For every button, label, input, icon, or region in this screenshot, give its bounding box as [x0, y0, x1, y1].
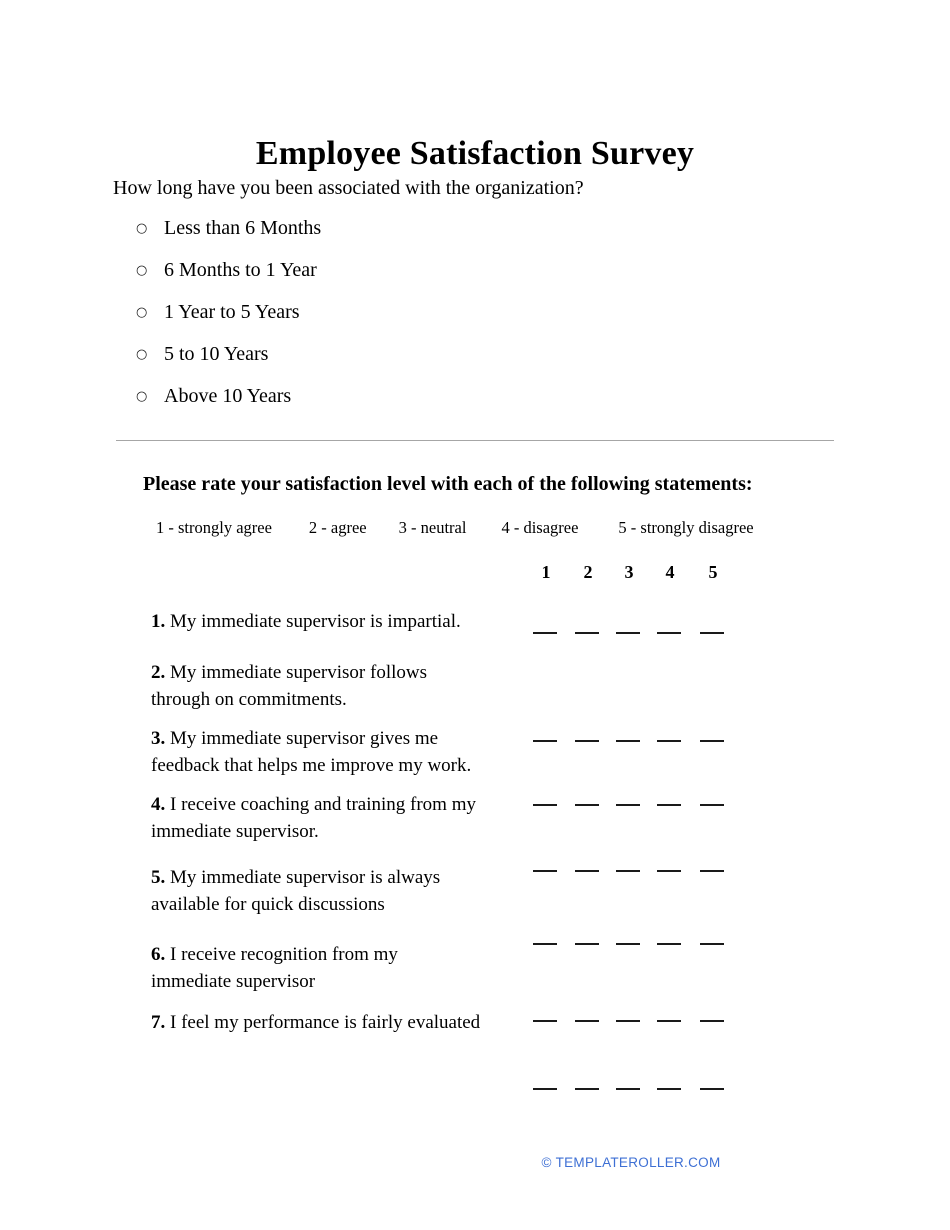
rating-section-heading: Please rate your satisfaction level with… — [143, 473, 753, 495]
rating-blank-5[interactable] — [700, 1020, 724, 1022]
rating-blank-2[interactable] — [575, 632, 599, 634]
statement-body: My immediate supervisor is always availa… — [151, 867, 441, 915]
rating-column-header-4: 4 — [665, 562, 675, 582]
watermark-site-text: TEMPLATEROLLER.COM — [555, 1155, 721, 1170]
rating-blank-5[interactable] — [700, 804, 724, 806]
rating-blank-1[interactable] — [533, 943, 557, 945]
rating-blank-1[interactable] — [533, 870, 557, 872]
rating-blank-4[interactable] — [657, 740, 681, 742]
rating-blanks — [533, 740, 753, 760]
legend-item-5: 5 - strongly disagree — [618, 518, 754, 537]
page-title: Employee Satisfaction Survey — [255, 134, 695, 172]
copyright-icon: © — [541, 1155, 552, 1170]
statement-body: I feel my performance is fairly evaluate… — [165, 1012, 481, 1033]
rating-blank-1[interactable] — [533, 1088, 557, 1090]
radio-circle-icon[interactable]: ○ — [136, 216, 164, 241]
rating-blanks — [533, 943, 753, 963]
rating-blank-3[interactable] — [616, 632, 640, 634]
statement-text: 5. My immediate supervisor is always ava… — [151, 864, 491, 918]
statement-body: I receive recognition from my immediate … — [151, 944, 398, 992]
statement-text: 1. My immediate supervisor is impartial. — [151, 608, 521, 635]
rating-blank-4[interactable] — [657, 943, 681, 945]
rating-blank-5[interactable] — [700, 632, 724, 634]
rating-blank-4[interactable] — [657, 870, 681, 872]
rating-blanks — [533, 632, 753, 652]
rating-blanks — [533, 870, 753, 890]
statement-number: 6. — [151, 944, 166, 965]
statement-text: 6. I receive recognition from my immedia… — [151, 941, 481, 995]
tenure-option-label: Less than 6 Months — [164, 217, 322, 239]
rating-blank-2[interactable] — [575, 1020, 599, 1022]
statement-number: 2. — [151, 662, 166, 683]
legend-item-2: 2 - agree — [308, 518, 367, 537]
tenure-option-label: 1 Year to 5 Years — [164, 301, 300, 323]
rating-blank-5[interactable] — [700, 740, 724, 742]
rating-blanks — [533, 804, 753, 824]
radio-circle-icon[interactable]: ○ — [136, 342, 164, 367]
legend-item-4: 4 - disagree — [501, 518, 579, 537]
rating-blank-3[interactable] — [616, 1088, 640, 1090]
rating-blank-2[interactable] — [575, 804, 599, 806]
legend-item-3: 3 - neutral — [398, 518, 467, 537]
statement-text: 3. My immediate supervisor gives me feed… — [151, 725, 496, 779]
statement-body: My immediate supervisor gives me feedbac… — [151, 728, 472, 776]
rating-blank-5[interactable] — [700, 943, 724, 945]
rating-blank-5[interactable] — [700, 870, 724, 872]
rating-blank-2[interactable] — [575, 870, 599, 872]
statement-number: 1. — [151, 611, 166, 632]
statement-number: 7. — [151, 1012, 166, 1033]
rating-column-header-5: 5 — [708, 562, 718, 582]
rating-blank-1[interactable] — [533, 740, 557, 742]
rating-blank-1[interactable] — [533, 804, 557, 806]
rating-column-header-3: 3 — [624, 562, 634, 582]
rating-blank-4[interactable] — [657, 1020, 681, 1022]
rating-blank-3[interactable] — [616, 804, 640, 806]
rating-blanks — [533, 1088, 753, 1108]
rating-scale-legend: 1 - strongly agree 2 - agree 3 - neutral 4 … — [156, 518, 846, 538]
intro-question: How long have you been associated with t… — [113, 177, 584, 199]
tenure-option-1[interactable]: ○ Less than 6 Months — [136, 216, 636, 258]
rating-blanks — [533, 1020, 753, 1040]
statement-number: 3. — [151, 728, 166, 749]
rating-blank-5[interactable] — [700, 1088, 724, 1090]
rating-blank-1[interactable] — [533, 1020, 557, 1022]
statement-number: 4. — [151, 794, 166, 815]
tenure-option-4[interactable]: ○ 5 to 10 Years — [136, 342, 636, 384]
tenure-option-label: 5 to 10 Years — [164, 343, 269, 365]
radio-circle-icon[interactable]: ○ — [136, 300, 164, 325]
statement-body: My immediate supervisor is impartial. — [165, 611, 461, 632]
rating-blank-4[interactable] — [657, 632, 681, 634]
radio-circle-icon[interactable]: ○ — [136, 384, 164, 409]
tenure-option-3[interactable]: ○ 1 Year to 5 Years — [136, 300, 636, 342]
statement-body: My immediate supervisor follows through … — [151, 662, 427, 710]
rating-column-header-2: 2 — [583, 562, 593, 582]
footer-watermark: © TEMPLATEROLLER.COM — [0, 1155, 950, 1170]
legend-item-1: 1 - strongly agree — [156, 518, 272, 537]
statement-number: 5. — [151, 867, 166, 888]
statement-body: I receive coaching and training from my … — [151, 794, 476, 842]
tenure-option-5[interactable]: ○ Above 10 Years — [136, 384, 636, 426]
tenure-option-2[interactable]: ○ 6 Months to 1 Year — [136, 258, 636, 300]
rating-blank-2[interactable] — [575, 740, 599, 742]
statement-text: 2. My immediate supervisor follows throu… — [151, 659, 481, 713]
templateroller-link[interactable]: © TEMPLATEROLLER.COM — [542, 1155, 721, 1170]
tenure-options-list: ○ Less than 6 Months ○ 6 Months to 1 Year ○ 1… — [136, 216, 636, 426]
rating-blank-3[interactable] — [616, 943, 640, 945]
rating-blank-4[interactable] — [657, 1088, 681, 1090]
tenure-option-label: Above 10 Years — [164, 385, 292, 407]
rating-blank-4[interactable] — [657, 804, 681, 806]
rating-blank-3[interactable] — [616, 1020, 640, 1022]
radio-circle-icon[interactable]: ○ — [136, 258, 164, 283]
statement-text: 7. I feel my performance is fairly evalu… — [151, 1009, 481, 1036]
statement-text: 4. I receive coaching and training from … — [151, 791, 491, 845]
rating-blank-2[interactable] — [575, 1088, 599, 1090]
survey-page: Employee Satisfaction Survey How long ha… — [0, 0, 950, 1230]
rating-blank-2[interactable] — [575, 943, 599, 945]
tenure-option-label: 6 Months to 1 Year — [164, 259, 317, 281]
rating-blank-1[interactable] — [533, 632, 557, 634]
rating-blank-3[interactable] — [616, 740, 640, 742]
rating-blank-3[interactable] — [616, 870, 640, 872]
section-divider — [116, 440, 834, 441]
rating-column-header-1: 1 — [541, 562, 551, 582]
